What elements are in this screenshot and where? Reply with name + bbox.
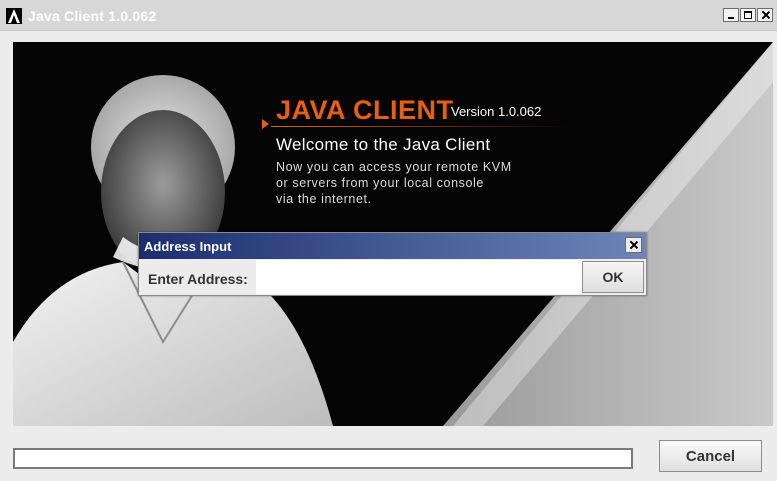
progress-bar	[13, 448, 633, 469]
brand-underline	[271, 126, 571, 127]
window-title: Java Client 1.0.062	[28, 8, 157, 24]
dialog-title-bar: Address Input	[139, 233, 646, 259]
address-label: Enter Address:	[148, 271, 248, 287]
title-bar: Java Client 1.0.062	[0, 0, 777, 31]
welcome-description: Now you can access your remote KVM or se…	[276, 160, 512, 206]
brand-version: Version 1.0.062	[451, 104, 542, 119]
brand-arrow-icon	[262, 119, 269, 129]
address-input-dialog: Address Input Enter Address: OK	[138, 232, 647, 296]
dialog-title: Address Input	[144, 239, 232, 254]
dialog-close-button[interactable]	[625, 237, 642, 253]
close-button[interactable]	[757, 8, 773, 22]
brand-title: JAVA CLIENT	[276, 95, 454, 125]
address-input[interactable]	[256, 260, 582, 294]
ansys-a-logo-icon	[6, 8, 22, 24]
maximize-button[interactable]	[740, 8, 756, 22]
minimize-button[interactable]	[723, 8, 739, 22]
welcome-heading: Welcome to the Java Client	[276, 135, 491, 154]
window-controls	[722, 8, 773, 22]
cancel-button[interactable]: Cancel	[659, 440, 762, 472]
ok-button[interactable]: OK	[582, 261, 644, 293]
